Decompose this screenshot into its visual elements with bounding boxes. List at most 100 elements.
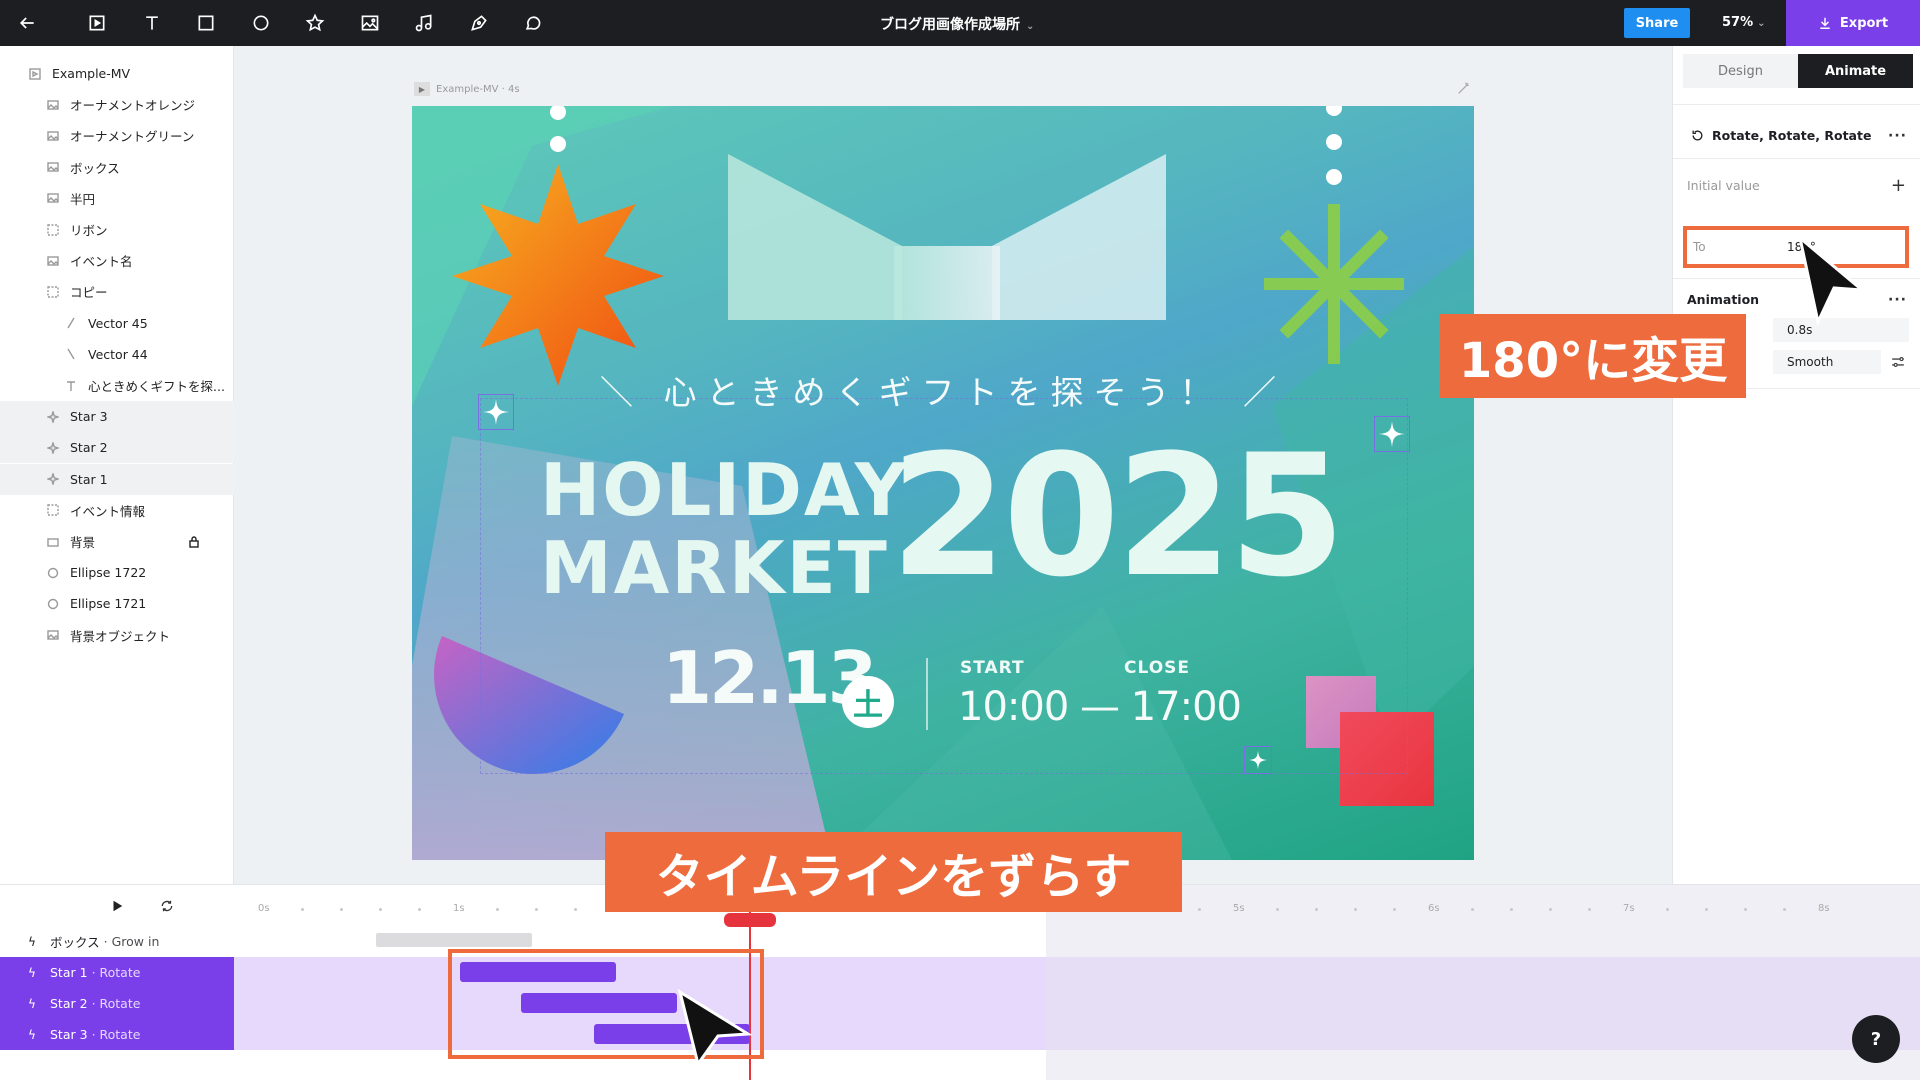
animation-header[interactable]: Rotate, Rotate, Rotate ··· [1673, 128, 1920, 144]
track-label: ボックス [50, 935, 100, 950]
tick-label: 0s [258, 903, 270, 914]
layer-row[interactable]: 半円 [0, 183, 234, 214]
easing-select[interactable]: Smooth [1773, 350, 1881, 374]
layer-row[interactable]: Vector 45 [0, 308, 234, 339]
tab-design[interactable]: Design [1683, 54, 1798, 88]
lock-icon[interactable] [188, 535, 200, 548]
artboard-example-mv[interactable]: ＼ 心ときめくギフトを探そう！ ／ HOLIDAY MARKET 2025 12… [412, 106, 1474, 860]
divider [926, 658, 928, 730]
add-icon[interactable]: + [1891, 175, 1907, 196]
frame-label[interactable]: ▶ Example-MV · 4s [414, 82, 520, 96]
comment-tool-icon[interactable] [520, 10, 546, 36]
image-tool-icon[interactable] [357, 10, 383, 36]
frame-layer-icon [28, 67, 42, 81]
rect-layer-icon [46, 535, 60, 549]
layer-row[interactable]: 心ときめくギフトを探... [0, 370, 234, 401]
easing-settings-icon[interactable] [1891, 356, 1905, 368]
layer-label: ボックス [70, 160, 120, 176]
tick-dot [1198, 908, 1201, 911]
text-layer-icon [64, 379, 78, 393]
tick-label: 1s [453, 903, 465, 914]
animation-name: Rotate, Rotate, Rotate [1712, 128, 1872, 143]
back-arrow-icon[interactable] [14, 10, 40, 36]
zoom-level: 57% [1722, 15, 1754, 30]
tick-dot [1354, 908, 1357, 911]
line2-layer-icon [64, 347, 78, 361]
layer-row[interactable]: Example-MV [0, 58, 234, 89]
box-grow-in-clip[interactable] [376, 933, 532, 947]
track-animation-type: · Rotate [91, 965, 141, 980]
initial-value-row[interactable]: Initial value + [1673, 175, 1920, 196]
playhead-handle[interactable] [724, 913, 776, 927]
layer-label: Vector 44 [88, 346, 148, 362]
layer-row[interactable]: ボックス [0, 152, 234, 183]
layer-row[interactable]: 背景オブジェクト [0, 620, 234, 651]
event-title-line2: MARKET [540, 526, 889, 610]
export-button[interactable]: Export [1786, 0, 1920, 46]
properties-panel: Design Animate Rotate, Rotate, Rotate ··… [1672, 46, 1920, 884]
time-range: 10:00 — 17:00 [958, 684, 1242, 730]
tick-dot [1549, 908, 1552, 911]
track-animation-type: · Rotate [91, 996, 141, 1011]
layer-row[interactable]: イベント情報 [0, 495, 234, 526]
layer-row[interactable]: オーナメントオレンジ [0, 89, 234, 120]
more-options-icon[interactable]: ··· [1888, 128, 1907, 144]
layer-label: Example-MV [52, 66, 131, 81]
pen-tool-icon[interactable] [466, 10, 492, 36]
timeline-track[interactable]: ϟ ボックス · Grow in [0, 926, 234, 957]
text-tool-icon[interactable] [139, 10, 165, 36]
timeline-track[interactable]: ϟ Star 2 · Rotate [0, 988, 234, 1019]
layer-row[interactable]: 背景 [0, 526, 234, 557]
layer-row[interactable]: Star 1 [0, 463, 234, 495]
tick-dot [1705, 908, 1708, 911]
tick-dot [379, 908, 382, 911]
track-label: Star 3 [50, 1027, 88, 1042]
layer-row[interactable]: リボン [0, 214, 234, 245]
layer-row[interactable]: Vector 44 [0, 339, 234, 370]
layer-row[interactable]: Star 2 [0, 432, 234, 464]
loop-icon[interactable] [156, 895, 178, 917]
ellipse-tool-icon[interactable] [248, 10, 274, 36]
share-button[interactable]: Share [1624, 8, 1690, 38]
group-layer-icon [46, 503, 60, 517]
callout-shift-timeline: タイムラインをずらす [605, 832, 1182, 912]
timeline-track[interactable]: ϟ Star 3 · Rotate [0, 1019, 234, 1050]
rectangle-tool-icon[interactable] [193, 10, 219, 36]
mouse-cursor-icon [1797, 234, 1866, 326]
line-layer-icon [64, 316, 78, 330]
layer-label: オーナメントオレンジ [70, 98, 196, 114]
tick-dot [574, 908, 577, 911]
layer-row[interactable]: オーナメントグリーン [0, 120, 234, 151]
layer-row[interactable]: コピー [0, 276, 234, 307]
callout-rotate-180: 180°に変更 [1440, 314, 1746, 398]
track-animation-type: · Rotate [91, 1027, 141, 1042]
help-button[interactable]: ? [1852, 1015, 1900, 1063]
zoom-dropdown[interactable]: 57% ⌄ [1722, 15, 1766, 30]
layer-label: Star 1 [70, 471, 108, 487]
chevron-down-icon: ⌄ [1026, 21, 1035, 32]
layer-label: Star 2 [70, 440, 108, 456]
layer-row[interactable]: イベント名 [0, 245, 234, 276]
tab-animate[interactable]: Animate [1798, 54, 1913, 88]
star-2-sparkle-icon[interactable] [1374, 416, 1410, 452]
image-layer-icon [46, 129, 60, 143]
more-options-icon[interactable]: ··· [1888, 292, 1907, 308]
magic-wand-icon[interactable] [1456, 80, 1472, 96]
star-1-sparkle-icon[interactable] [1244, 746, 1272, 774]
play-icon[interactable]: ▶ [414, 82, 430, 96]
tick-label: 8s [1818, 903, 1830, 914]
timeline-track[interactable]: ϟ Star 1 · Rotate [0, 957, 234, 988]
catchcopy-text: ＼ 心ときめくギフトを探そう！ ／ [600, 373, 1286, 412]
frame-tool-icon[interactable] [84, 10, 110, 36]
layer-row[interactable]: Ellipse 1722 [0, 557, 234, 588]
layer-row[interactable]: Ellipse 1721 [0, 588, 234, 619]
document-title[interactable]: ブログ用画像作成場所 ⌄ [880, 14, 1034, 34]
chevron-down-icon: ⌄ [1757, 18, 1766, 29]
layer-row[interactable]: Star 3 [0, 401, 234, 433]
panel-tabs: Design Animate [1683, 54, 1913, 88]
star-layer-icon [46, 441, 60, 455]
audio-tool-icon[interactable] [411, 10, 437, 36]
play-icon[interactable] [106, 895, 128, 917]
star-tool-icon[interactable] [302, 10, 328, 36]
star-3-sparkle-icon[interactable] [478, 394, 514, 430]
